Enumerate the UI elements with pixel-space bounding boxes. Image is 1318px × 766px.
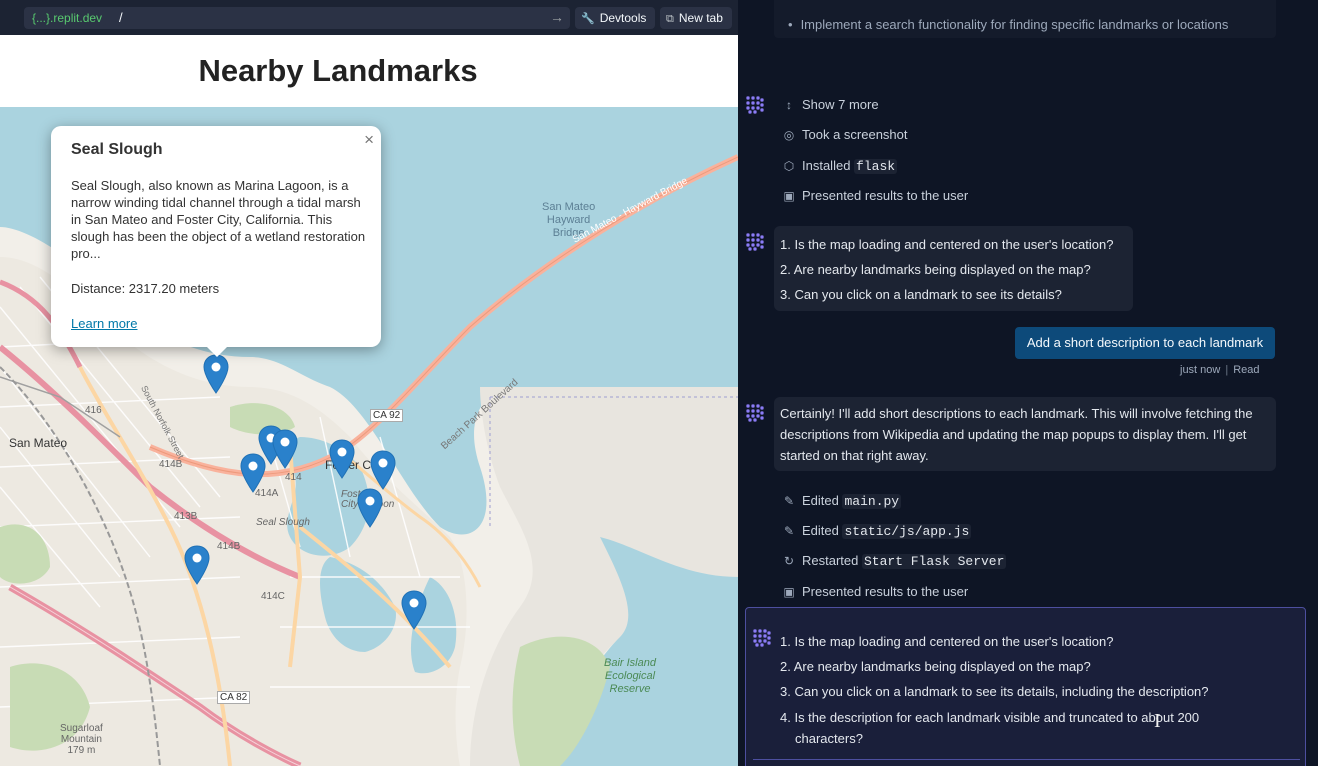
map-label-r414: 414 bbox=[285, 472, 302, 483]
map-marker-icon[interactable] bbox=[370, 450, 396, 490]
question-item: 3. Can you click on a landmark to see it… bbox=[780, 684, 1209, 699]
external-link-icon: ⧉ bbox=[666, 13, 674, 25]
popup-distance: Distance: 2317.20 meters bbox=[71, 281, 220, 296]
step-text: Took a screenshot bbox=[802, 127, 908, 142]
step-text: Presented results to the user bbox=[802, 188, 969, 203]
step-present: ▣ Presented results to the user bbox=[782, 186, 968, 206]
step-restart: ↻ Restarted Start Flask Server bbox=[782, 551, 1007, 571]
step-code: Start Flask Server bbox=[861, 554, 1007, 569]
user-message: Add a short description to each landmark bbox=[1015, 327, 1275, 359]
agent-reply: Certainly! I'll add short descriptions t… bbox=[780, 406, 1253, 463]
restart-icon: ↻ bbox=[783, 554, 795, 568]
step-code: static/js/app.js bbox=[842, 524, 972, 539]
page-title: Nearby Landmarks bbox=[198, 53, 478, 88]
edit-icon: ✎ bbox=[783, 524, 795, 538]
step-text: Presented results to the user bbox=[802, 584, 969, 599]
wrench-icon: 🔧 bbox=[581, 13, 595, 25]
step-text: Edited bbox=[802, 523, 843, 538]
step-code: flask bbox=[854, 159, 898, 174]
new-tab-label: New tab bbox=[678, 11, 723, 25]
edit-icon: ✎ bbox=[783, 494, 795, 508]
question-item: 2. Are nearby landmarks being displayed … bbox=[780, 262, 1091, 277]
agent-icon bbox=[746, 404, 764, 422]
step-screenshot: ◎ Took a screenshot bbox=[782, 125, 908, 145]
url-field[interactable]: {...}.replit.dev / → bbox=[24, 7, 570, 29]
map[interactable]: San Mateo Foster Ci San Mateo Hayward Br… bbox=[0, 107, 738, 766]
agent-chat-panel: Implement a search functionality for fin… bbox=[738, 0, 1318, 766]
input-area-edge[interactable] bbox=[753, 759, 1300, 766]
package-icon: ⬡ bbox=[783, 159, 795, 173]
map-label-r414b: 414B bbox=[159, 459, 183, 470]
step-code: main.py bbox=[842, 494, 902, 509]
message-time: just now bbox=[1180, 364, 1221, 376]
message-meta: just now | Read bbox=[1180, 364, 1260, 376]
map-label-r414c: 414C bbox=[261, 591, 285, 602]
map-label-sugarloaf: Sugarloaf Mountain 179 m bbox=[60, 723, 103, 756]
map-label-san-mateo: San Mateo bbox=[9, 436, 68, 450]
map-marker-icon[interactable] bbox=[329, 439, 355, 479]
devtools-label: Devtools bbox=[599, 11, 647, 25]
landmark-popup: × Seal Slough Seal Slough, also known as… bbox=[51, 126, 381, 357]
map-marker-icon[interactable] bbox=[401, 590, 427, 630]
question-item: 3. Can you click on a landmark to see it… bbox=[780, 287, 1062, 302]
agent-icon bbox=[746, 233, 764, 251]
map-marker-icon[interactable] bbox=[184, 545, 210, 585]
agent-icon bbox=[753, 629, 771, 647]
step-present: ▣ Presented results to the user bbox=[782, 582, 968, 602]
question-item: 4. Is the description for each landmark … bbox=[780, 710, 1200, 725]
app-page: Nearby Landmarks San Mateo Ci San Mateo … bbox=[0, 35, 738, 766]
map-marker-icon[interactable] bbox=[240, 453, 266, 493]
map-label-bair-island: Bair Island Ecological Reserve bbox=[604, 657, 656, 695]
text-cursor-icon: I bbox=[1154, 710, 1161, 732]
step-text: Restarted bbox=[802, 553, 862, 568]
close-icon[interactable]: × bbox=[364, 130, 374, 150]
agent-reply-box: Certainly! I'll add short descriptions t… bbox=[774, 397, 1276, 471]
present-icon: ▣ bbox=[783, 189, 795, 203]
step-edit: ✎ Edited static/js/app.js bbox=[782, 521, 972, 541]
agent-icon bbox=[746, 96, 764, 114]
map-marker-icon[interactable] bbox=[272, 429, 298, 469]
learn-more-link[interactable]: Learn more bbox=[71, 316, 137, 331]
message-status: Read bbox=[1233, 364, 1260, 376]
devtools-button[interactable]: 🔧 Devtools bbox=[575, 7, 655, 29]
step-package: ⬡ Installed flask bbox=[782, 156, 898, 176]
step-edit: ✎ Edited main.py bbox=[782, 491, 902, 511]
map-label-ca92: CA 92 bbox=[370, 409, 404, 422]
map-label-r416: 416 bbox=[85, 405, 102, 416]
question-item: 1. Is the map loading and centered on th… bbox=[780, 237, 1114, 252]
question-item: 1. Is the map loading and centered on th… bbox=[780, 634, 1114, 649]
webview-pane: {...}.replit.dev / → 🔧 Devtools ⧉ New tab … bbox=[0, 0, 738, 766]
plan-bullet-box: Implement a search functionality for fin… bbox=[774, 0, 1276, 38]
popup-title: Seal Slough bbox=[71, 141, 163, 158]
popup-description: Seal Slough, also known as Marina Lagoon… bbox=[71, 178, 366, 261]
page-header: Nearby Landmarks bbox=[0, 35, 738, 107]
present-icon: ▣ bbox=[783, 585, 795, 599]
question-item: 2. Are nearby landmarks being displayed … bbox=[780, 659, 1091, 674]
step-text: Edited bbox=[802, 493, 843, 508]
domain-badge: {...}.replit.dev bbox=[28, 10, 107, 26]
map-marker-icon[interactable] bbox=[357, 488, 383, 528]
arrow-right-icon[interactable]: → bbox=[550, 9, 564, 25]
plan-bullet: Implement a search functionality for fin… bbox=[788, 17, 1229, 32]
step-text: Installed bbox=[802, 158, 855, 173]
screenshot-icon: ◎ bbox=[783, 128, 795, 142]
question-item: characters? bbox=[795, 731, 863, 746]
step-show-more[interactable]: ↕ Show 7 more bbox=[782, 95, 879, 115]
map-label-ca82: CA 82 bbox=[217, 691, 251, 704]
new-tab-button[interactable]: ⧉ New tab bbox=[660, 7, 732, 29]
map-label-seal-slough: Seal Slough bbox=[256, 517, 310, 528]
url-path[interactable]: / bbox=[119, 10, 123, 26]
url-toolbar: {...}.replit.dev / → 🔧 Devtools ⧉ New tab bbox=[0, 0, 738, 35]
step-text: Show 7 more bbox=[802, 97, 879, 112]
show-more-icon: ↕ bbox=[786, 98, 792, 112]
map-marker-icon[interactable] bbox=[203, 354, 229, 394]
map-label-r414b2: 414B bbox=[217, 541, 241, 552]
map-label-r413b: 413B bbox=[174, 511, 198, 522]
popup-tip bbox=[205, 345, 229, 357]
